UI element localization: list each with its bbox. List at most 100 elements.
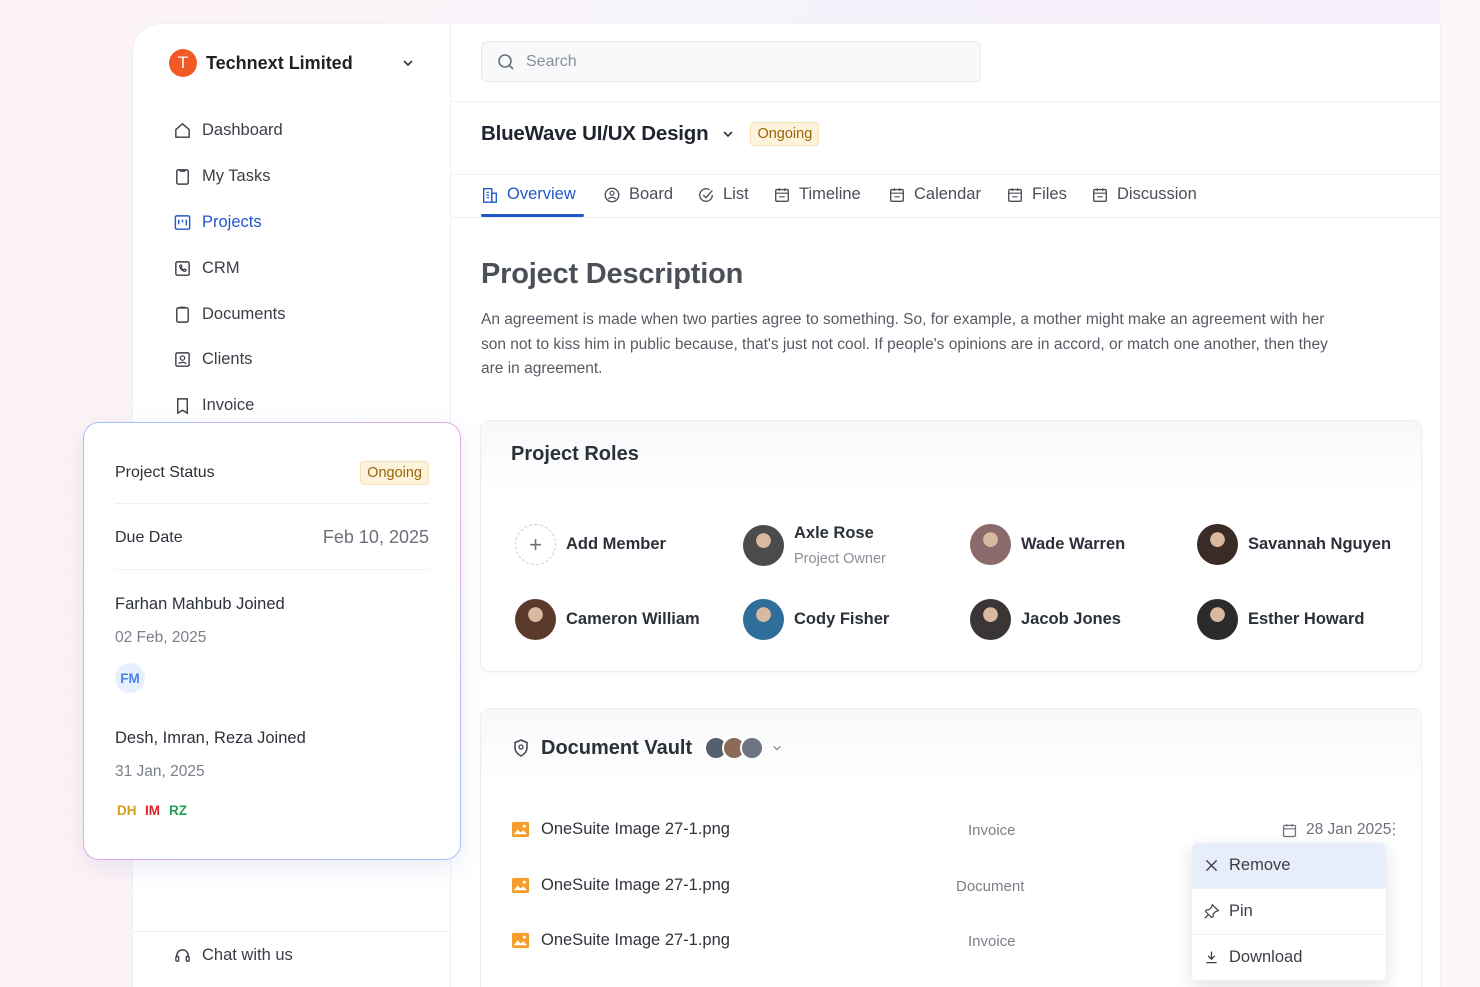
file-row[interactable]: OneSuite Image 27-1.png <box>511 820 730 839</box>
description-title: Project Description <box>481 258 744 290</box>
divider <box>451 101 1440 102</box>
file-row[interactable]: OneSuite Image 27-1.png <box>511 931 730 950</box>
avatar <box>743 599 784 640</box>
sidebar-item-clients[interactable]: Clients <box>173 337 285 383</box>
tab-list[interactable]: List <box>697 185 749 204</box>
calendar-icon <box>775 187 789 202</box>
tab-board[interactable]: Board <box>603 185 673 204</box>
calendar-icon <box>1008 187 1022 202</box>
tab-discussion[interactable]: Discussion <box>1091 185 1197 204</box>
sidebar-item-label: Clients <box>202 350 253 369</box>
sidebar-item-label: Projects <box>202 212 262 231</box>
tab-files[interactable]: Files <box>1006 185 1067 204</box>
close-icon <box>1205 859 1218 872</box>
avatar <box>1197 599 1238 640</box>
tab-label: Files <box>1032 185 1067 203</box>
tab-calendar[interactable]: Calendar <box>888 185 981 204</box>
member-card[interactable]: Savannah Nguyen <box>1197 524 1391 565</box>
search-bar[interactable] <box>481 41 981 82</box>
plus-icon: + <box>515 524 556 565</box>
file-type: Invoice <box>968 933 1016 950</box>
image-file-icon <box>511 932 530 949</box>
member-name: Wade Warren <box>1021 535 1126 553</box>
chat-with-us-button[interactable]: Chat with us <box>133 931 451 965</box>
project-header: BlueWave UI/UX Design Ongoing <box>481 122 820 146</box>
due-date-row: Due Date Feb 10, 2025 <box>115 527 429 548</box>
chevron-down-icon[interactable] <box>772 743 782 753</box>
vault-title: Document Vault <box>541 736 693 759</box>
main-content: BlueWave UI/UX Design Ongoing Overview B… <box>451 24 1440 987</box>
avatar-initials: IM <box>145 803 160 818</box>
sidebar-item-documents[interactable]: Documents <box>173 291 285 337</box>
sidebar-item-dashboard[interactable]: Dashboard <box>173 108 285 154</box>
sidebar-item-label: CRM <box>202 258 240 277</box>
file-context-menu: Remove Pin Download <box>1192 843 1386 981</box>
sidebar-item-my-tasks[interactable]: My Tasks <box>173 154 285 200</box>
tab-timeline[interactable]: Timeline <box>773 185 861 204</box>
menu-item-download[interactable]: Download <box>1192 935 1386 981</box>
file-type: Invoice <box>968 822 1016 839</box>
due-date-label: Due Date <box>115 528 183 546</box>
sidebar-item-crm[interactable]: CRM <box>173 245 285 291</box>
member-card[interactable]: Cody Fisher <box>743 599 889 640</box>
menu-item-remove[interactable]: Remove <box>1192 843 1386 889</box>
avatar <box>1197 524 1238 565</box>
member-name: Jacob Jones <box>1021 610 1121 628</box>
document-icon <box>176 306 189 323</box>
sidebar-item-label: Invoice <box>202 396 255 415</box>
file-row[interactable]: OneSuite Image 27-1.png <box>511 876 730 895</box>
due-date-value: Feb 10, 2025 <box>322 527 429 547</box>
member-role: Project Owner <box>794 551 886 567</box>
phone-book-icon <box>175 260 190 276</box>
tab-label: Board <box>629 185 674 203</box>
tab-overview[interactable]: Overview <box>481 185 576 204</box>
member-card[interactable]: Jacob Jones <box>970 599 1121 640</box>
sidebar-nav: Dashboard My Tasks Projects CRM Document… <box>173 108 285 429</box>
member-card[interactable]: Cameron William <box>515 599 700 640</box>
add-member-button[interactable]: + Add Member <box>515 524 666 565</box>
add-member-label: Add Member <box>566 535 666 553</box>
sidebar-item-label: Documents <box>202 304 286 323</box>
tab-bar: Overview Board List Timeline Calendar Fi… <box>451 174 1440 218</box>
divider <box>115 503 429 504</box>
event-title: Desh, Imran, Reza Joined <box>115 729 306 747</box>
divider <box>115 569 429 570</box>
download-icon <box>1206 951 1217 964</box>
projects-icon <box>174 215 191 230</box>
member-name: Savannah Nguyen <box>1248 535 1392 553</box>
project-title[interactable]: BlueWave UI/UX Design <box>481 122 709 146</box>
org-logo: T <box>169 49 197 77</box>
org-name: Technext Limited <box>206 52 353 73</box>
search-input[interactable] <box>526 52 946 71</box>
menu-item-pin[interactable]: Pin <box>1192 889 1386 935</box>
member-name: Axle Rose <box>794 524 874 542</box>
building-icon <box>483 187 497 203</box>
sidebar-item-projects[interactable]: Projects <box>173 200 285 246</box>
status-label: Project Status <box>115 464 215 481</box>
file-type: Document <box>956 878 1025 895</box>
active-tab-indicator <box>481 214 584 217</box>
avatar-stack[interactable] <box>704 736 765 760</box>
chevron-down-icon[interactable] <box>722 128 734 140</box>
sidebar-item-label: My Tasks <box>202 167 271 186</box>
member-card[interactable]: Axle Rose Project Owner <box>743 524 886 567</box>
event-date: 02 Feb, 2025 <box>115 629 207 646</box>
chat-label: Chat with us <box>202 946 293 964</box>
avatar <box>515 599 556 640</box>
avatar <box>970 599 1011 640</box>
tab-label: Timeline <box>799 185 861 203</box>
calendar-icon <box>1093 187 1107 202</box>
avatar-initials: FM <box>115 663 145 693</box>
tab-label: List <box>723 185 749 203</box>
tab-label: Calendar <box>914 185 981 203</box>
chevron-down-icon <box>403 60 413 67</box>
roles-title: Project Roles <box>481 421 1421 491</box>
member-card[interactable]: Esther Howard <box>1197 599 1364 640</box>
description-text: An agreement is made when two parties ag… <box>481 311 1328 377</box>
calendar-icon <box>1282 823 1297 837</box>
more-options-icon[interactable]: ⋮ <box>1386 822 1402 838</box>
member-card[interactable]: Wade Warren <box>970 524 1125 565</box>
clipboard-icon <box>176 169 189 185</box>
project-roles-card: Project Roles + Add Member Axle Rose Pro… <box>480 420 1422 672</box>
org-switcher[interactable]: T Technext Limited <box>169 49 414 77</box>
